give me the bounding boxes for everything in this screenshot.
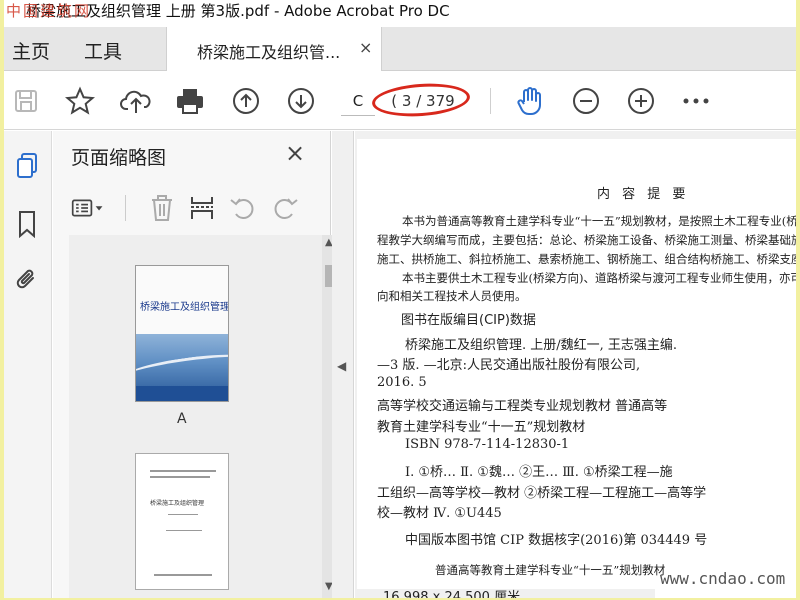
menu-tools[interactable]: 工具: [84, 37, 122, 64]
site-watermark: www.cndao.com: [660, 569, 786, 588]
tab-bar: 主页 工具 桥梁施工及组织管... ×: [4, 27, 796, 71]
cip-line: 2016. 5: [377, 375, 427, 390]
cip-line: 校—教材 Ⅳ. ①U445: [377, 506, 502, 521]
more-icon[interactable]: [680, 85, 712, 117]
cip-line: —3 版. —北京:人民交通出版社股份有限公司,: [377, 358, 641, 373]
title-bar: 中国建筑网 桥梁施工及组织管理 上册 第3版.pdf - Adobe Acrob…: [4, 0, 796, 24]
zoom-in-icon[interactable]: [625, 85, 657, 117]
toolbar-divider: [490, 88, 491, 114]
thumbnail-text-line: [150, 476, 210, 478]
cip-title: 图书在版编目(CIP)数据: [401, 313, 536, 328]
hand-icon[interactable]: [514, 85, 546, 117]
cip-line: 教育土建学科专业“十一五”规划教材: [377, 420, 586, 435]
page-thumbnail[interactable]: 桥梁施工及组织管理: [135, 265, 229, 402]
cover-footer: [136, 386, 228, 401]
menu-home[interactable]: 主页: [12, 37, 50, 64]
tab-close-icon[interactable]: ×: [359, 38, 372, 57]
cip-line: 工组织—高等学校—教材 ②桥梁工程—工程施工—高等学: [377, 486, 707, 501]
page-thumbnails-icon[interactable]: [12, 151, 42, 181]
thumbnail-options-icon[interactable]: [71, 191, 105, 225]
thumbnail-title: 桥梁施工及组织管理: [140, 302, 229, 313]
paragraph-line: 本书主要供土木工程专业(桥梁方向)、道路桥梁与渡河工程专业师生使用，亦可供: [402, 271, 796, 285]
star-icon[interactable]: [64, 85, 96, 117]
rotate-right-icon[interactable]: [269, 191, 303, 225]
panel-title: 页面缩略图: [71, 147, 167, 169]
thumbnail-list: 桥梁施工及组织管理 A 桥梁施工及组织管理 ▲ ▼: [69, 235, 340, 598]
pdf-page: 内 容 提 要 本书为普通高等教育土建学科专业“十一五”规划教材，是按照土木工程…: [357, 139, 796, 598]
watermark-logo: 中国建筑网: [6, 2, 92, 20]
panel-collapse-handle[interactable]: ◀: [332, 131, 354, 598]
left-rail: [4, 131, 52, 598]
thumbnail-title: 桥梁施工及组织管理: [150, 500, 205, 507]
save-icon[interactable]: [10, 85, 42, 117]
thumbnail-text-line: [166, 530, 202, 531]
thumbnail-text-line: [154, 574, 212, 576]
acrobat-window: 中国建筑网 桥梁施工及组织管理 上册 第3版.pdf - Adobe Acrob…: [4, 0, 796, 598]
thumbnail-text-line: [150, 470, 216, 472]
print-icon[interactable]: [174, 85, 206, 117]
rotate-left-icon[interactable]: [225, 191, 259, 225]
thumbnail-text-line: [168, 514, 198, 515]
panel-toolbar: [53, 187, 330, 231]
panel-close-icon[interactable]: ×: [285, 139, 305, 167]
cip-line: Ⅰ. ①桥… Ⅱ. ①魏… ②王… Ⅲ. ①桥梁工程—施: [405, 465, 673, 480]
bookmark-icon[interactable]: [12, 209, 42, 239]
paragraph-line: 本书为普通高等教育土建学科专业“十一五”规划教材，是按照土木工程专业(桥梁: [402, 214, 796, 228]
document-view: 内 容 提 要 本书为普通高等教育土建学科专业“十一五”规划教材，是按照土木工程…: [355, 131, 796, 598]
document-tab[interactable]: 桥梁施工及组织管... ×: [166, 27, 382, 71]
document-tab-label: 桥梁施工及组织管...: [197, 43, 341, 62]
delete-icon[interactable]: [145, 191, 179, 225]
thumbnail-label: A: [177, 411, 187, 427]
collapse-arrow-icon[interactable]: ◀: [337, 359, 346, 373]
zoom-out-icon[interactable]: [570, 85, 602, 117]
cip-line: ISBN 978-7-114-12830-1: [405, 437, 570, 452]
paragraph-line: 施工、拱桥施工、斜拉桥施工、悬索桥施工、钢桥施工、组合结构桥施工、桥梁支座和伸缩: [377, 252, 796, 266]
insert-pages-icon[interactable]: [185, 191, 219, 225]
attachment-icon[interactable]: [12, 265, 42, 295]
paragraph-line: 程教学大纲编写而成，主要包括：总论、桥梁施工设备、桥梁施工测量、桥梁基础施工、: [377, 233, 796, 247]
page-number-input[interactable]: C: [341, 86, 375, 116]
cip-line: 桥梁施工及组织管理. 上册/魏红一, 王志强主编.: [405, 338, 678, 353]
cip-line: 高等学校交通运输与工程类专业规划教材 普通高等: [377, 399, 668, 414]
paragraph-line: 向和相关工程技术人员使用。: [377, 289, 527, 303]
cip-line: 普通高等教育土建学科专业“十一五”规划教材: [435, 563, 666, 577]
cloud-upload-icon[interactable]: [120, 85, 152, 117]
page-up-icon[interactable]: [230, 85, 262, 117]
thumbnail-panel: 页面缩略图 × 桥梁施工及组织管理 A 桥梁施工及组织管理 ▲ ▼: [53, 131, 340, 598]
panel-tool-divider: [125, 195, 126, 221]
page-thumbnail[interactable]: 桥梁施工及组织管理: [135, 453, 229, 590]
page-heading: 内 容 提 要: [597, 187, 690, 202]
page-down-icon[interactable]: [285, 85, 317, 117]
toolbar: C ( 3 / 379: [4, 72, 796, 130]
page-size-indicator: 16.998 x 24.500 厘米: [355, 589, 655, 598]
cip-line: 中国版本图书馆 CIP 数据核字(2016)第 034449 号: [405, 533, 708, 548]
